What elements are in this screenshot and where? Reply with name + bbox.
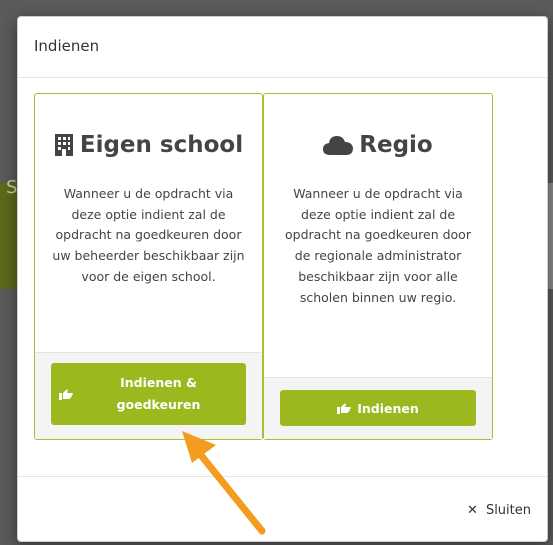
submit-modal: Indienen Eigen school Wanneer u de opdra…: [17, 16, 548, 542]
option-card-own-school: Eigen school Wanneer u de opdracht via d…: [34, 93, 263, 440]
button-label: Indienen & goedkeuren: [116, 375, 201, 412]
card-heading: Regio: [264, 132, 492, 158]
card-footer: Indienen & goedkeuren: [35, 352, 262, 439]
annotation-arrow-icon: [182, 431, 266, 535]
button-label: Indienen: [357, 400, 419, 416]
modal-header: Indienen: [18, 17, 547, 78]
card-title: Regio: [359, 132, 433, 158]
cloud-icon: [323, 135, 354, 155]
close-label: Sluiten: [485, 503, 531, 518]
background-letter: S: [6, 177, 18, 198]
modal-title: Indienen: [34, 37, 100, 55]
hand-pointer-icon: [59, 389, 73, 400]
card-description: Wanneer u de opdracht via deze optie ind…: [285, 186, 471, 305]
submit-button[interactable]: Indienen: [280, 390, 476, 426]
card-heading: Eigen school: [35, 132, 262, 158]
option-card-region: Regio Wanneer u de opdracht via deze opt…: [263, 93, 493, 440]
card-footer: Indienen: [264, 377, 492, 439]
close-button[interactable]: ✕ Sluiten: [467, 503, 531, 518]
hand-pointer-icon: [337, 403, 352, 414]
card-title: Eigen school: [79, 132, 244, 158]
close-icon: ✕: [467, 503, 478, 518]
submit-approve-button[interactable]: Indienen & goedkeuren: [51, 363, 246, 425]
building-icon: [54, 134, 74, 156]
card-description: Wanneer u de opdracht via deze optie ind…: [52, 186, 245, 284]
